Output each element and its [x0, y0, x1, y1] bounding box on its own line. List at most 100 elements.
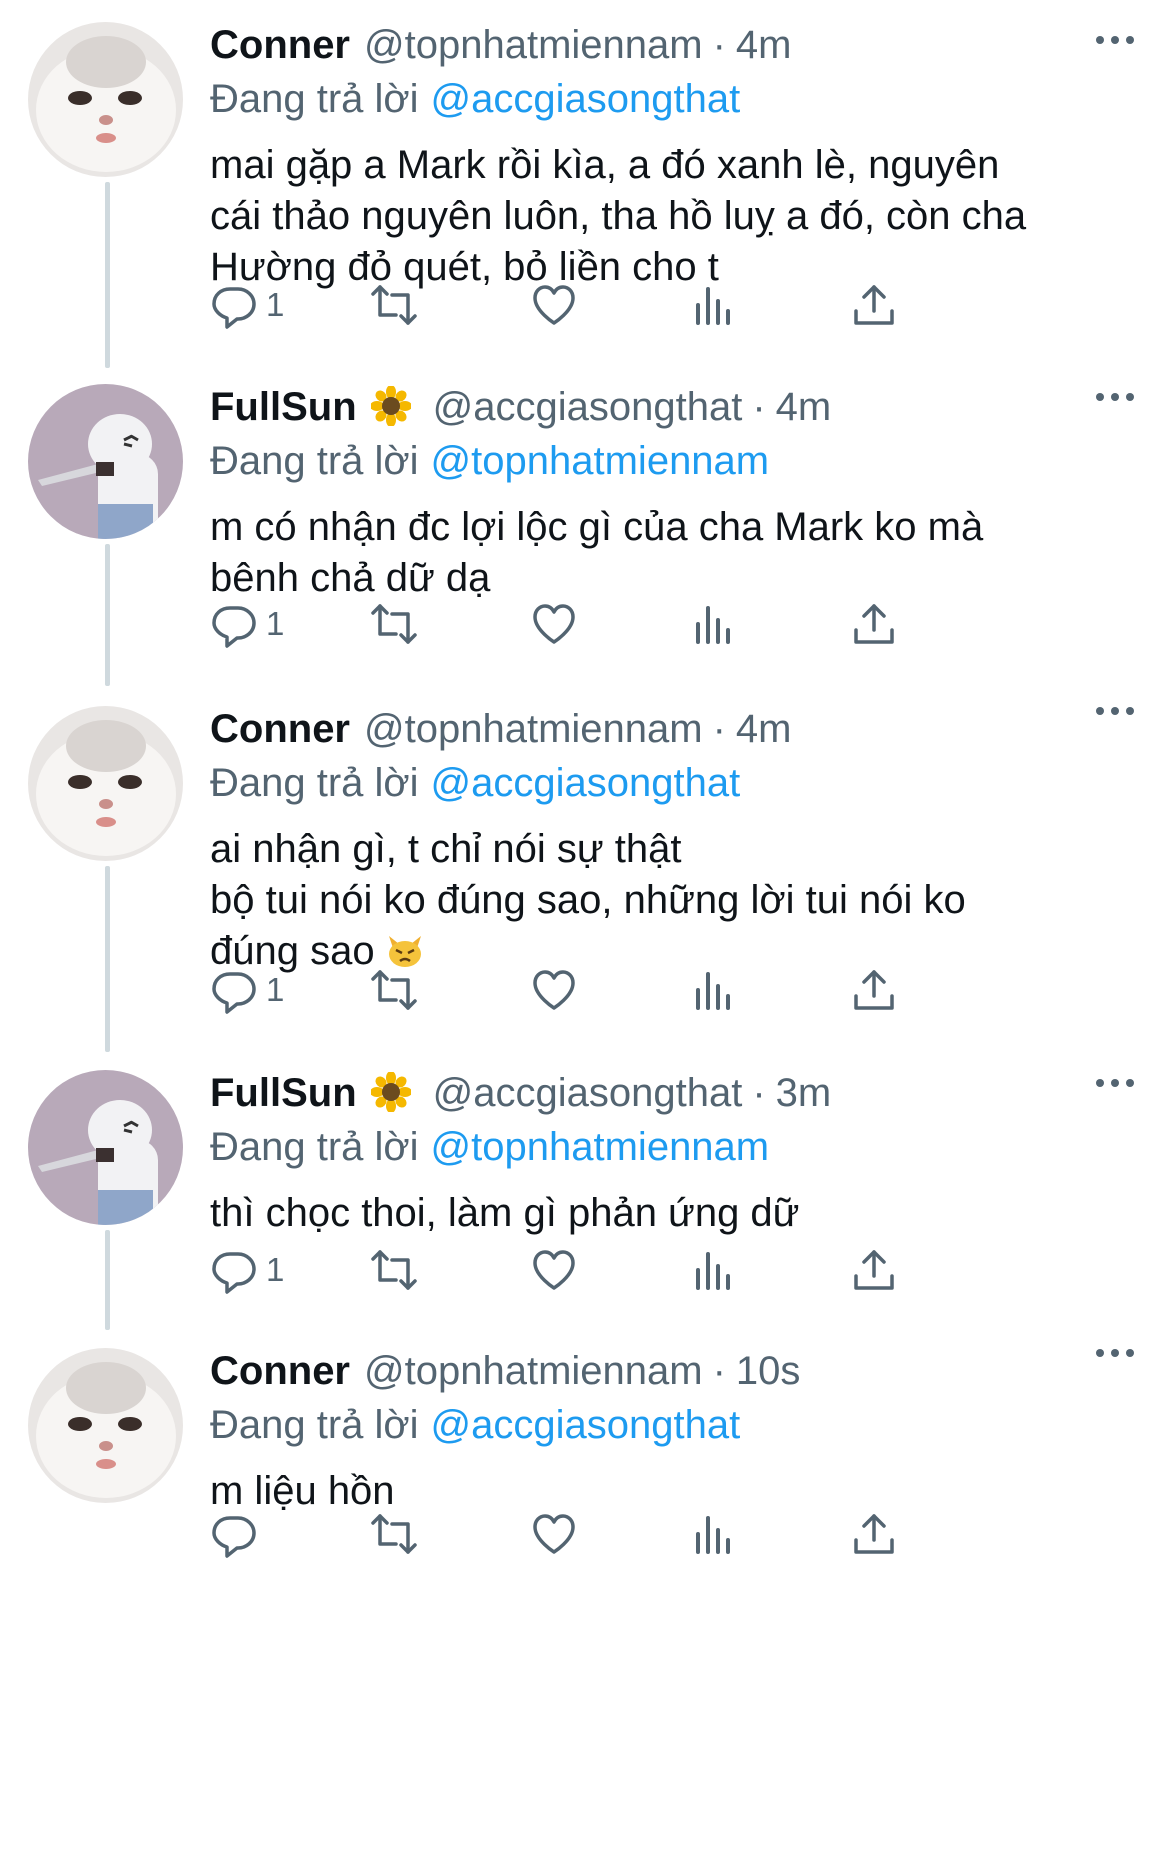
retweet-button[interactable]	[370, 275, 418, 335]
more-icon[interactable]	[1090, 1338, 1140, 1368]
reply-icon	[212, 972, 256, 1014]
like-button[interactable]	[530, 594, 578, 654]
reply-to-link[interactable]: @accgiasongthat	[431, 1403, 741, 1447]
like-button[interactable]	[530, 1504, 578, 1564]
replying-to-label: Đang trả lời	[210, 1403, 419, 1447]
separator-dot: ·	[712, 1349, 726, 1393]
tweet[interactable]: FullSun @accgiasongthat · 4m Đang trả lờ…	[0, 362, 1170, 682]
replying-to-label: Đang trả lời	[210, 439, 419, 483]
analytics-button[interactable]	[690, 1504, 738, 1564]
analytics-icon	[696, 1252, 730, 1290]
user-handle[interactable]: @topnhatmiennam	[364, 18, 703, 72]
tweet[interactable]: Conner @topnhatmiennam · 4m Đang trả lời…	[0, 684, 1170, 1044]
retweet-icon	[371, 970, 417, 1010]
separator-dot: ·	[752, 1071, 766, 1115]
user-handle[interactable]: @accgiasongthat	[433, 380, 743, 434]
reply-icon	[212, 287, 256, 329]
sunflower-emoji	[370, 386, 411, 426]
share-icon	[854, 1250, 894, 1290]
tweet-text-body: ai nhận gì, t chỉ nói sự thật bộ tui nói…	[210, 827, 966, 973]
reply-count: 1	[266, 286, 285, 323]
avatar[interactable]	[28, 706, 183, 861]
avatar[interactable]	[28, 22, 183, 177]
replying-to-label: Đang trả lời	[210, 77, 419, 121]
analytics-button[interactable]	[690, 1240, 738, 1300]
analytics-icon	[696, 287, 730, 325]
avatar[interactable]	[28, 384, 183, 539]
like-icon	[533, 970, 575, 1010]
display-name[interactable]: Conner	[210, 18, 350, 72]
reply-button[interactable]: 1	[210, 275, 284, 335]
display-name[interactable]: FullSun	[210, 1066, 357, 1120]
more-icon[interactable]	[1090, 25, 1140, 55]
avatar[interactable]	[28, 1070, 183, 1225]
tweet-text: ai nhận gì, t chỉ nói sự thật bộ tui nói…	[210, 824, 1140, 977]
replying-to-label: Đang trả lời	[210, 1125, 419, 1169]
timestamp[interactable]: 3m	[776, 1066, 832, 1120]
like-button[interactable]	[530, 960, 578, 1020]
retweet-icon	[371, 285, 417, 325]
timestamp[interactable]: 10s	[736, 1344, 801, 1398]
like-button[interactable]	[530, 1240, 578, 1300]
share-button[interactable]	[850, 1504, 898, 1564]
like-icon	[533, 604, 575, 644]
tweet[interactable]: Conner @topnhatmiennam · 10s Đang trả lờ…	[0, 1326, 1170, 1853]
analytics-button[interactable]	[690, 275, 738, 335]
reply-button[interactable]: 1	[210, 960, 284, 1020]
reply-to-link[interactable]: @topnhatmiennam	[431, 1125, 770, 1169]
reply-to-link[interactable]: @accgiasongthat	[431, 761, 741, 805]
like-button[interactable]	[530, 275, 578, 335]
timestamp[interactable]: 4m	[736, 702, 792, 756]
retweet-button[interactable]	[370, 1240, 418, 1300]
like-icon	[533, 285, 575, 325]
more-icon[interactable]	[1090, 1068, 1140, 1098]
analytics-button[interactable]	[690, 594, 738, 654]
action-bar: 1	[210, 1240, 1030, 1300]
user-handle[interactable]: @accgiasongthat	[433, 1066, 743, 1120]
white-cat-avatar	[28, 1348, 183, 1503]
share-button[interactable]	[850, 960, 898, 1020]
retweet-icon	[371, 1514, 417, 1554]
display-name[interactable]: Conner	[210, 1344, 350, 1398]
action-bar: 1	[210, 960, 1030, 1020]
more-icon[interactable]	[1090, 696, 1140, 726]
timestamp[interactable]: 4m	[736, 18, 792, 72]
action-bar: 1	[210, 275, 1030, 335]
retweet-icon	[371, 1250, 417, 1290]
sunflower-emoji	[370, 1072, 411, 1112]
reply-button[interactable]	[210, 1504, 266, 1564]
tweet[interactable]: Conner @topnhatmiennam · 4m Đang trả lời…	[0, 0, 1170, 360]
separator-dot: ·	[752, 385, 766, 429]
share-icon	[854, 285, 894, 325]
reply-count: 1	[266, 971, 285, 1008]
display-name[interactable]: FullSun	[210, 380, 357, 434]
retweet-button[interactable]	[370, 1504, 418, 1564]
user-handle[interactable]: @topnhatmiennam	[364, 702, 703, 756]
user-handle[interactable]: @topnhatmiennam	[364, 1344, 703, 1398]
more-icon[interactable]	[1090, 382, 1140, 412]
share-button[interactable]	[850, 594, 898, 654]
white-cat-avatar	[28, 22, 183, 177]
share-button[interactable]	[850, 275, 898, 335]
like-icon	[533, 1514, 575, 1554]
tweet-text: m có nhận đc lợi lộc gì của cha Mark ko …	[210, 505, 984, 600]
tweet-text: mai gặp a Mark rồi kìa, a đó xanh lè, ng…	[210, 143, 1027, 289]
timestamp[interactable]: 4m	[776, 380, 832, 434]
like-icon	[533, 1250, 575, 1290]
polar-bear-knife-avatar	[28, 384, 183, 539]
share-button[interactable]	[850, 1240, 898, 1300]
action-bar	[210, 1504, 1030, 1564]
retweet-button[interactable]	[370, 594, 418, 654]
reply-button[interactable]: 1	[210, 1240, 284, 1300]
avatar[interactable]	[28, 1348, 183, 1503]
reply-button[interactable]: 1	[210, 594, 284, 654]
analytics-icon	[696, 1516, 730, 1554]
tweet[interactable]: FullSun @accgiasongthat · 3m Đang trả lờ…	[0, 1048, 1170, 1328]
retweet-button[interactable]	[370, 960, 418, 1020]
analytics-button[interactable]	[690, 960, 738, 1020]
analytics-icon	[696, 972, 730, 1010]
display-name[interactable]: Conner	[210, 702, 350, 756]
reply-to-link[interactable]: @accgiasongthat	[431, 77, 741, 121]
reply-to-link[interactable]: @topnhatmiennam	[431, 439, 770, 483]
polar-bear-knife-avatar	[28, 1070, 183, 1225]
